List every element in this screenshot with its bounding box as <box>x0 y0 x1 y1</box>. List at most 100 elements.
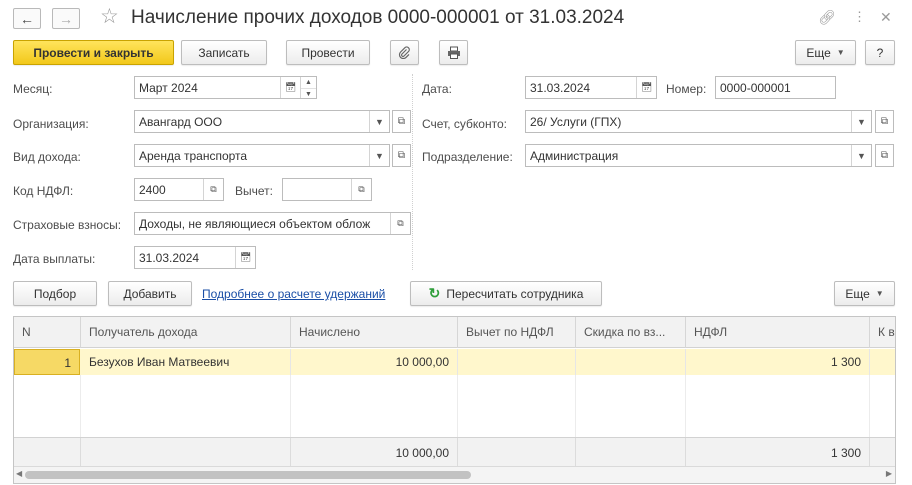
post-and-close-button[interactable]: Провести и закрыть <box>13 40 174 65</box>
number-field[interactable]: 0000-000001 <box>715 76 836 99</box>
deduction-label: Вычет: <box>235 184 273 198</box>
open-deduction-icon[interactable]: ⧉ <box>351 179 371 200</box>
open-insurance-icon[interactable]: ⧉ <box>390 213 410 234</box>
payout-cell[interactable] <box>870 349 895 375</box>
horizontal-scrollbar[interactable]: ◀ ▶ <box>14 466 895 483</box>
income-type-value: Аренда транспорта <box>139 149 248 163</box>
more-button-label: Еще <box>806 45 831 60</box>
link-icon[interactable]: 🔗︎ <box>818 8 836 26</box>
ndfl-code-field[interactable]: 2400 ⧉ <box>134 178 224 201</box>
pay-date-label: Дата выплаты: <box>13 252 96 266</box>
attach-button[interactable] <box>390 40 419 65</box>
ndfl-deduction-cell[interactable] <box>458 349 576 375</box>
open-ndfl-code-icon[interactable]: ⧉ <box>203 179 223 200</box>
caret-down-icon: ▼ <box>836 48 845 57</box>
date-value: 31.03.2024 <box>530 81 591 95</box>
insurance-value: Доходы, не являющиеся объектом облож <box>139 217 371 231</box>
date-field[interactable]: 31.03.2024 📅︎ <box>525 76 657 99</box>
ndfl-code-value: 2400 <box>139 183 166 197</box>
save-button[interactable]: Записать <box>181 40 267 65</box>
department-value: Администрация <box>530 149 619 163</box>
open-account-icon[interactable]: ⧉ <box>875 110 894 133</box>
spin-down-icon[interactable]: ▼ <box>301 88 316 98</box>
chevron-down-icon[interactable]: ▼ <box>851 111 871 132</box>
pay-date-field[interactable]: 31.03.2024 📅︎ <box>134 246 256 269</box>
column-header-recipient[interactable]: Получатель дохода <box>81 317 291 348</box>
column-header-n[interactable]: N <box>14 317 81 348</box>
table-row[interactable]: 1 Безухов Иван Матвеевич 10 000,00 1 300 <box>14 349 895 375</box>
column-separator <box>457 375 458 437</box>
insurance-field[interactable]: Доходы, не являющиеся объектом облож ⧉ <box>134 212 411 235</box>
deduction-field[interactable]: ⧉ <box>282 178 372 201</box>
column-header-ndfl-deduction[interactable]: Вычет по НДФЛ <box>458 317 576 348</box>
total-accrued: 10 000,00 <box>291 438 458 467</box>
column-separator <box>290 375 291 437</box>
forward-button[interactable]: → <box>52 8 80 29</box>
department-field[interactable]: Администрация ▼ <box>525 144 872 167</box>
help-button[interactable]: ? <box>865 40 895 65</box>
recipients-table[interactable]: N Получатель дохода Начислено Вычет по Н… <box>13 316 896 484</box>
account-label: Счет, субконто: <box>422 117 507 131</box>
month-spinner[interactable]: ▲ ▼ <box>300 77 316 98</box>
table-header: N Получатель дохода Начислено Вычет по Н… <box>14 317 895 348</box>
row-number-cell[interactable]: 1 <box>14 349 80 375</box>
discount-cell[interactable] <box>576 349 686 375</box>
scrollbar-thumb[interactable] <box>25 471 471 479</box>
column-header-discount[interactable]: Скидка по вз... <box>576 317 686 348</box>
ndfl-code-label: Код НДФЛ: <box>13 184 74 198</box>
chevron-down-icon[interactable]: ▼ <box>369 145 389 166</box>
back-button[interactable]: ← <box>13 8 41 29</box>
pick-button[interactable]: Подбор <box>13 281 97 306</box>
close-icon[interactable]: ✕ <box>880 8 892 26</box>
star-icon[interactable]: ☆ <box>100 6 119 28</box>
arrow-right-icon: → <box>59 10 73 27</box>
scroll-right-icon[interactable]: ▶ <box>886 469 892 478</box>
accrued-cell[interactable]: 10 000,00 <box>291 349 458 375</box>
print-button[interactable] <box>439 40 468 65</box>
column-separator <box>575 375 576 437</box>
paperclip-icon <box>398 46 410 59</box>
insurance-label: Страховые взносы: <box>13 218 122 232</box>
chevron-down-icon[interactable]: ▼ <box>369 111 389 132</box>
withholding-details-link[interactable]: Подробнее о расчете удержаний <box>202 287 385 301</box>
more-button[interactable]: Еще ▼ <box>795 40 856 65</box>
column-header-payout[interactable]: К в <box>870 317 895 348</box>
scroll-left-icon[interactable]: ◀ <box>16 469 22 478</box>
column-header-accrued[interactable]: Начислено <box>291 317 458 348</box>
footer-cell <box>576 438 686 467</box>
number-value: 0000-000001 <box>720 81 791 95</box>
table-more-button[interactable]: Еще ▼ <box>834 281 895 306</box>
column-separator <box>869 375 870 437</box>
column-header-ndfl[interactable]: НДФЛ <box>686 317 870 348</box>
column-separator <box>80 375 81 437</box>
column-separator <box>685 375 686 437</box>
organization-field[interactable]: Авангард ООО ▼ <box>134 110 390 133</box>
month-label: Месяц: <box>13 82 53 96</box>
ndfl-cell[interactable]: 1 300 <box>686 349 870 375</box>
post-button[interactable]: Провести <box>286 40 370 65</box>
open-organization-icon[interactable]: ⧉ <box>392 110 411 133</box>
calendar-icon[interactable]: 📅︎ <box>280 77 300 98</box>
open-income-type-icon[interactable]: ⧉ <box>392 144 411 167</box>
refresh-icon: ↻ <box>428 285 441 301</box>
account-field[interactable]: 26/ Услуги (ГПХ) ▼ <box>525 110 872 133</box>
table-more-label: Еще <box>845 286 870 301</box>
income-type-field[interactable]: Аренда транспорта ▼ <box>134 144 390 167</box>
month-field[interactable]: Март 2024 📅︎ ▲ ▼ <box>134 76 317 99</box>
add-button[interactable]: Добавить <box>108 281 192 306</box>
recipient-cell[interactable]: Безухов Иван Матвеевич <box>81 349 291 375</box>
department-label: Подразделение: <box>422 150 513 164</box>
calendar-icon[interactable]: 📅︎ <box>636 77 656 98</box>
open-department-icon[interactable]: ⧉ <box>875 144 894 167</box>
calendar-icon[interactable]: 📅︎ <box>235 247 255 268</box>
number-label: Номер: <box>666 82 707 96</box>
chevron-down-icon[interactable]: ▼ <box>851 145 871 166</box>
vertical-dots-icon[interactable]: ⋮ <box>853 8 866 26</box>
printer-icon <box>447 46 460 59</box>
income-type-label: Вид дохода: <box>13 150 81 164</box>
footer-cell <box>81 438 291 467</box>
spin-up-icon[interactable]: ▲ <box>301 77 316 88</box>
organization-label: Организация: <box>13 117 89 131</box>
total-ndfl: 1 300 <box>686 438 870 467</box>
recalculate-employee-button[interactable]: ↻ Пересчитать сотрудника <box>410 281 602 306</box>
